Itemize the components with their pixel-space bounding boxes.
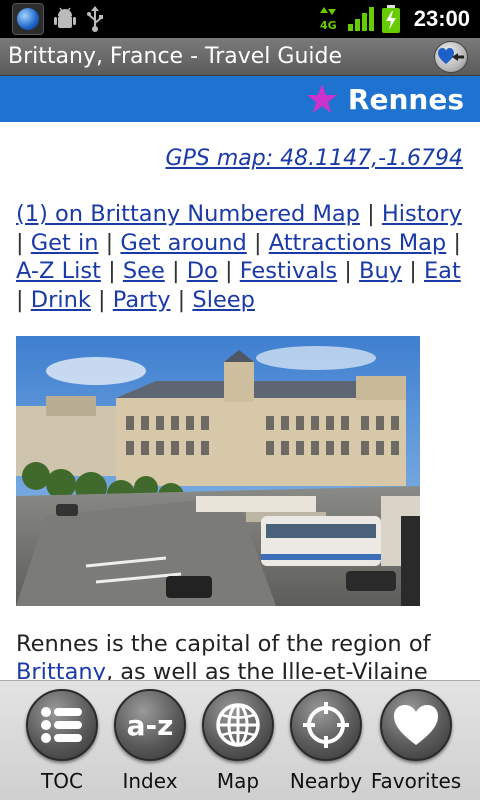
app-title: Brittany, France - Travel Guide: [8, 44, 343, 69]
link-history[interactable]: History: [382, 201, 462, 227]
svg-text:4G: 4G: [320, 19, 337, 32]
a-z-index-icon: a-z: [127, 709, 174, 742]
nav-index-button[interactable]: a-z: [114, 689, 186, 761]
gps-map-link[interactable]: GPS map: 48.1147,-1.6794: [166, 146, 463, 171]
battery-charging-icon: [381, 5, 400, 33]
link-festivals[interactable]: Festivals: [240, 258, 337, 284]
nav-map-button[interactable]: [202, 689, 274, 761]
nav-favorites[interactable]: Favorites: [368, 681, 464, 800]
crosshair-nearby-icon: [303, 702, 349, 748]
nav-index[interactable]: a-z Index: [102, 681, 198, 800]
separator: |: [16, 286, 24, 313]
link-party[interactable]: Party: [113, 287, 171, 313]
nav-nearby-label: Nearby: [289, 769, 363, 793]
nav-index-label: Index: [122, 769, 178, 793]
separator: |: [224, 258, 233, 284]
link-attractions-map[interactable]: Attractions Map: [269, 230, 447, 256]
rennes-square-photo: [16, 336, 420, 606]
separator: |: [171, 258, 180, 284]
city-header: Rennes: [0, 76, 480, 122]
usb-icon: [87, 6, 103, 32]
link-sleep[interactable]: Sleep: [192, 287, 255, 313]
section-links: (1) on Brittany Numbered Map | History |…: [16, 200, 468, 314]
separator: |: [177, 286, 186, 313]
link-a-z-list[interactable]: A-Z List: [16, 258, 101, 284]
separator: |: [105, 229, 114, 256]
separator: |: [253, 229, 262, 256]
link-see[interactable]: See: [123, 258, 165, 284]
separator: |: [16, 229, 24, 256]
clock-time: 23:00: [413, 6, 470, 31]
nav-favorites-label: Favorites: [370, 769, 462, 793]
travel-guide-app-icon: [12, 3, 44, 35]
link-get-around[interactable]: Get around: [120, 230, 246, 256]
status-bar: 4G 23:00: [0, 0, 480, 38]
separator: |: [409, 258, 417, 284]
nav-toc[interactable]: TOC: [14, 681, 110, 800]
nav-map-label: Map: [216, 769, 260, 793]
app-title-bar: Brittany, France - Travel Guide: [0, 38, 480, 76]
link-brittany[interactable]: Brittany: [16, 659, 106, 680]
bottom-navigation: TOC a-z Index Map Nearby Favorites: [0, 680, 480, 800]
link-numbered-map[interactable]: (1) on Brittany Numbered Map: [16, 201, 360, 227]
status-bar-right: 4G 23:00: [318, 0, 470, 38]
nav-favorites-button[interactable]: [380, 689, 452, 761]
nav-map[interactable]: Map: [190, 681, 286, 800]
separator: |: [344, 258, 352, 284]
nav-nearby[interactable]: Nearby: [278, 681, 374, 800]
nav-toc-label: TOC: [41, 769, 83, 793]
link-drink[interactable]: Drink: [31, 287, 91, 313]
4g-signal-icon: 4G: [319, 7, 337, 32]
globe-map-icon: [216, 703, 260, 747]
status-bar-left: [0, 3, 104, 35]
nav-toc-button[interactable]: [26, 689, 98, 761]
city-title: Rennes: [347, 82, 464, 116]
nav-nearby-button[interactable]: [290, 689, 362, 761]
link-eat[interactable]: Eat: [424, 258, 461, 284]
favorites-back-icon: [438, 48, 464, 64]
link-buy[interactable]: Buy: [359, 258, 402, 284]
intro-text-before: Rennes is the capital of the region of: [16, 631, 431, 657]
article-content[interactable]: GPS map: 48.1147,-1.6794 (1) on Brittany…: [0, 122, 480, 680]
city-photo[interactable]: [16, 336, 420, 606]
separator: |: [108, 258, 116, 284]
star-icon[interactable]: [306, 83, 338, 115]
link-get-in[interactable]: Get in: [31, 230, 99, 256]
toc-list-icon: [41, 707, 82, 743]
link-do[interactable]: Do: [187, 258, 218, 284]
separator: |: [453, 229, 461, 256]
signal-bars-icon: [347, 7, 374, 31]
intro-paragraph: Rennes is the capital of the region of B…: [16, 630, 466, 680]
heart-favorites-icon: [394, 705, 438, 745]
intro-text-after: , as well as the Ille-et-Vilaine: [105, 659, 428, 680]
svg-text:a-z: a-z: [127, 709, 174, 742]
android-debug-icon: [54, 7, 76, 28]
separator: |: [367, 201, 375, 227]
favorites-back-button[interactable]: [434, 41, 468, 73]
separator: |: [98, 286, 106, 313]
